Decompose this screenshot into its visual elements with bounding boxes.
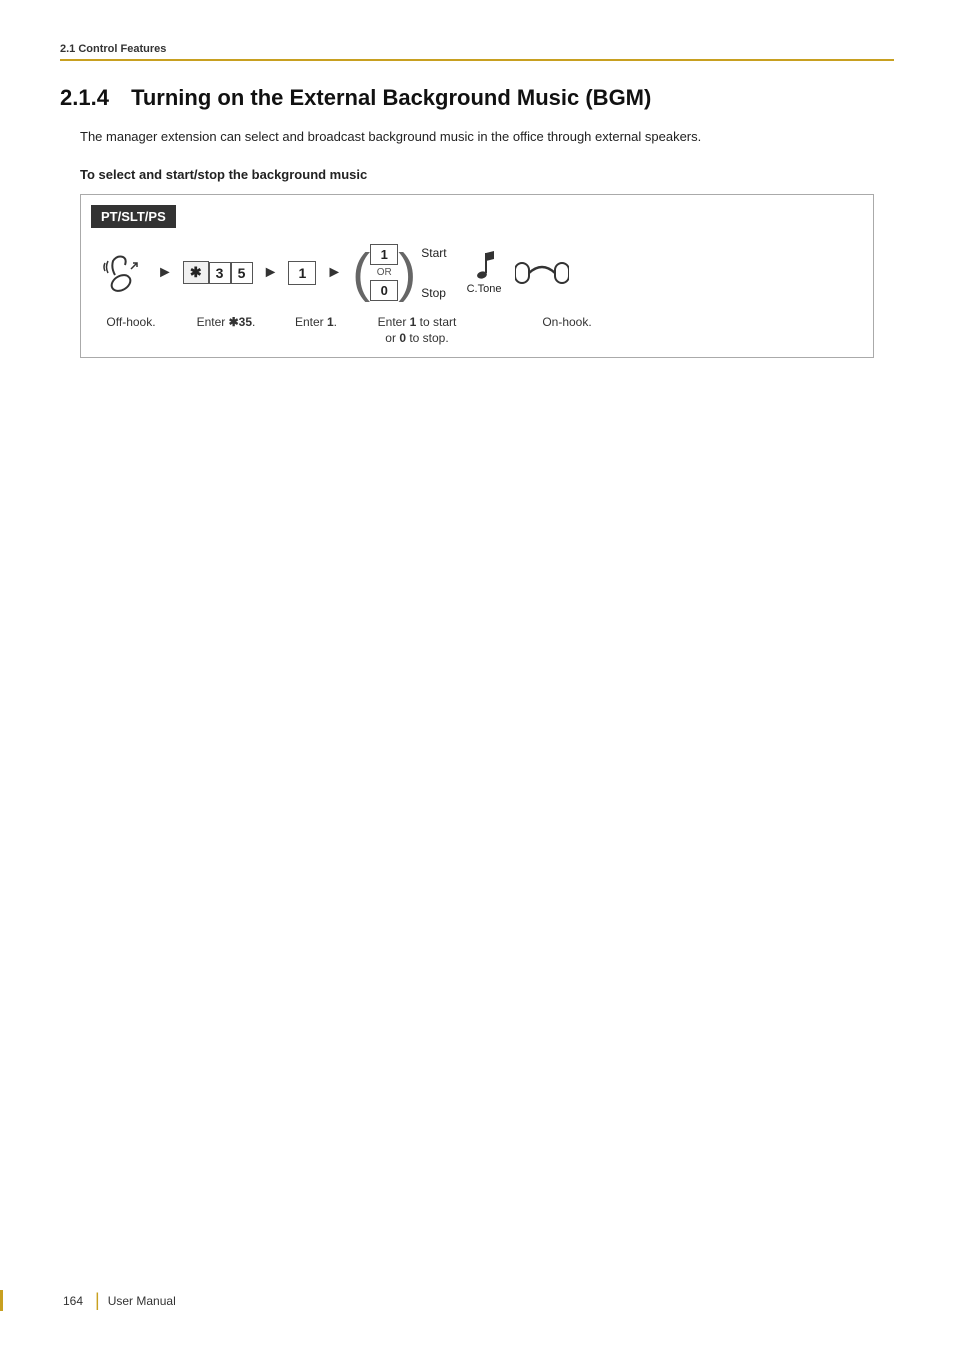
bracket-right-icon: )	[398, 246, 416, 300]
key-stop: 0	[370, 280, 398, 301]
label-enter1: Enter 1.	[291, 314, 341, 331]
ctone-group: C.Tone	[467, 251, 502, 295]
offhook-icon	[101, 251, 147, 295]
start-label: Start	[421, 246, 446, 260]
diagram-content: ► ✱ 3 5 ► 1 ►	[81, 228, 873, 358]
or-label: OR	[377, 267, 392, 278]
footer-divider: |	[95, 1290, 100, 1311]
breadcrumb-bar: 2.1 Control Features	[60, 40, 894, 61]
footer-page: 164	[63, 1294, 83, 1308]
key-star: ✱	[183, 261, 209, 284]
arrow-3: ►	[326, 264, 342, 282]
footer-bar: 164 | User Manual	[0, 1290, 954, 1311]
diagram-header: PT/SLT/PS	[91, 205, 176, 228]
arrow-1: ►	[157, 264, 173, 282]
offhook-step	[101, 251, 147, 295]
subsection-label: To select and start/stop the background …	[80, 167, 894, 182]
key-1: 1	[288, 261, 316, 285]
key-3: 3	[209, 262, 231, 284]
start-stop-step: ( 1 OR 0 ) Start Stop	[352, 244, 446, 301]
keys-star35: ✱ 3 5	[183, 261, 253, 284]
section-title: 2.1.4 Turning on the External Background…	[60, 85, 894, 111]
label-star35: Enter ✱35.	[191, 314, 261, 331]
ctone-label: C.Tone	[467, 283, 502, 295]
bracket-inner: 1 OR 0	[370, 244, 398, 301]
label-onhook: On-hook.	[537, 314, 597, 331]
page-wrapper: 2.1 Control Features 2.1.4 Turning on th…	[0, 0, 954, 1351]
bracket-container: ( 1 OR 0 )	[352, 244, 416, 301]
breadcrumb: 2.1 Control Features	[60, 43, 166, 55]
key-5: 5	[231, 262, 253, 284]
diagram-box: PT/SLT/PS	[80, 194, 874, 359]
start-stop-labels: Start Stop	[421, 246, 446, 300]
stop-label: Stop	[421, 286, 446, 300]
label-start-stop: Enter 1 to startor 0 to stop.	[367, 314, 467, 348]
key-1-step: 1	[288, 261, 316, 285]
footer-label: User Manual	[108, 1294, 176, 1308]
label-offhook: Off-hook.	[101, 314, 161, 331]
diagram-labels-row: Off-hook. Enter ✱35. Enter 1. Enter	[101, 314, 853, 348]
key-start: 1	[370, 244, 398, 265]
keys-star35-step: ✱ 3 5	[183, 261, 253, 284]
section-description: The manager extension can select and bro…	[80, 127, 894, 147]
onhook-group	[515, 255, 569, 291]
ctone-icon	[472, 251, 496, 283]
onhook-icon	[515, 255, 569, 291]
arrow-2: ►	[263, 264, 279, 282]
diagram-icon-row: ► ✱ 3 5 ► 1 ►	[101, 238, 853, 308]
bracket-left-icon: (	[352, 246, 370, 300]
